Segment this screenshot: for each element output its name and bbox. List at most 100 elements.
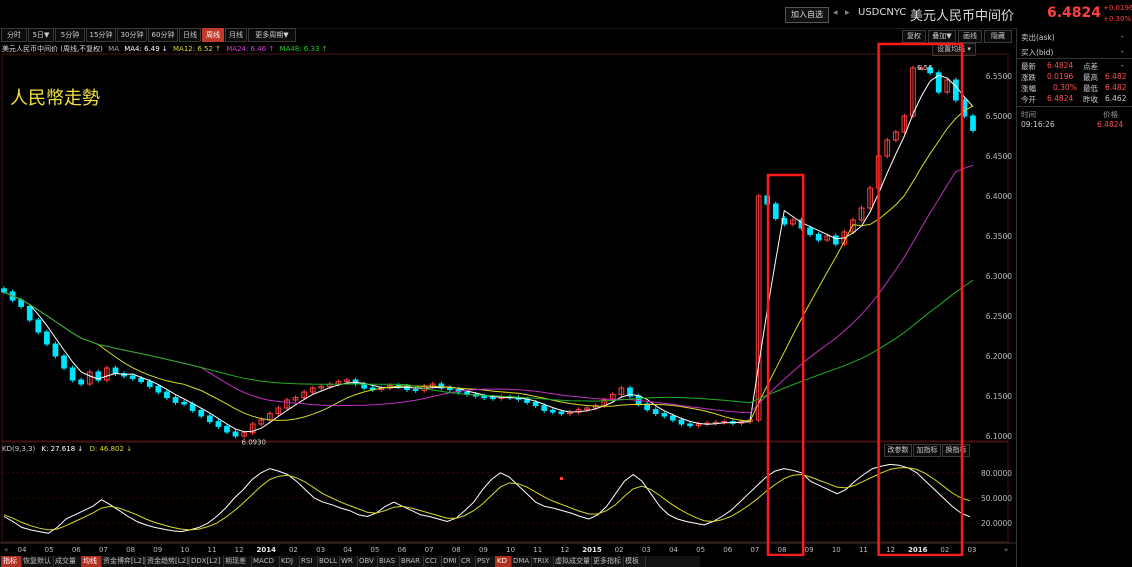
x-tick-label: 02 — [940, 546, 949, 554]
ma4-line — [3, 74, 974, 433]
indicator-tab-7[interactable]: 期现差 — [223, 556, 252, 567]
indicator-tab-23[interactable]: 虚拟成交量 — [553, 556, 592, 567]
y-tick-label: 6.4500 — [986, 152, 1012, 161]
row-low-label: 最低 — [1083, 84, 1098, 93]
candle-body — [772, 203, 779, 219]
candle-body — [952, 79, 959, 101]
x-tick-label: 10 — [180, 546, 189, 554]
indicator-tab-25[interactable]: 模板 — [623, 556, 646, 567]
row-pct-value: 0.30% — [1053, 83, 1077, 92]
indicator-tab-21[interactable]: DMA — [511, 556, 532, 567]
x-tick-label: 09 — [805, 546, 814, 554]
candle-body — [44, 331, 50, 345]
candle-body — [215, 421, 222, 427]
ma12-line — [3, 105, 974, 422]
indicator-tab-16[interactable]: CCI — [423, 556, 442, 567]
indicator-tab-6[interactable]: DDX[L2] — [189, 556, 224, 567]
x-tick-label: 11 — [859, 546, 868, 554]
indicator-tab-24[interactable]: 更多指标 — [591, 556, 624, 567]
candle-body — [61, 355, 67, 369]
candle-body — [69, 367, 76, 381]
candle-body — [447, 387, 453, 391]
row-latest-value: 6.4824 — [1047, 61, 1074, 70]
x-tick-label: 06 — [398, 546, 407, 554]
x-tick-label: 04 — [343, 546, 352, 554]
x-tick-label: 12 — [235, 546, 244, 554]
y-tick-label: 6.4000 — [986, 192, 1012, 201]
price-change-pct: +0.30% — [1103, 15, 1132, 23]
kd-marker-dot — [560, 477, 563, 480]
y-tick-label: 6.5000 — [986, 112, 1012, 121]
indicator-tab-14[interactable]: BIAS — [377, 556, 400, 567]
trade-price: 6.4824 — [1097, 120, 1124, 129]
candle-body — [970, 115, 976, 131]
indicator-tab-2[interactable]: 成交量 — [53, 556, 82, 567]
y-tick-label: 6.3000 — [986, 272, 1012, 281]
panel-divider — [1017, 58, 1132, 59]
scroll-left-icon: « — [4, 546, 8, 554]
row-latest-label: 最新 — [1021, 62, 1036, 71]
kd-y-tick-label: 20.0000 — [981, 519, 1012, 528]
row-open-label: 今开 — [1021, 95, 1036, 104]
candle-body — [138, 377, 145, 383]
indicator-tab-17[interactable]: DMI — [441, 556, 460, 567]
candle-body — [35, 319, 42, 333]
kd-y-tick-label: 80.0000 — [981, 469, 1012, 478]
price-chart[interactable]: 6.5500 6.5000 6.4500 6.4000 6.3500 6.3000 6.25… — [0, 0, 1016, 556]
indicator-tab-11[interactable]: BOLL — [317, 556, 340, 567]
x-tick-label: 08 — [778, 546, 787, 554]
candle-body — [52, 343, 59, 357]
x-tick-label: 07 — [750, 546, 759, 554]
candle-body — [206, 415, 213, 423]
indicator-tab-9[interactable]: KDJ — [279, 556, 300, 567]
x-tick-label: 08 — [126, 546, 135, 554]
candle-body — [670, 415, 676, 421]
x-tick-label: 05 — [45, 546, 54, 554]
low-price-annotation: 6.0930 — [242, 439, 267, 447]
indicator-tab-bar: 指标 恢复默认 成交量 均线 资金博弈[L2] 资金趋势[L2] DDX[L2] 期现差 MAC… — [0, 556, 700, 567]
indicator-tab-13[interactable]: OBV — [357, 556, 378, 567]
candle-body — [652, 409, 659, 415]
x-tick-label: 02 — [289, 546, 298, 554]
candle-body — [549, 409, 556, 413]
candle-body — [532, 401, 539, 407]
indicator-tab-12[interactable]: WR — [339, 556, 358, 567]
row-low-value: 6.482 — [1105, 83, 1127, 92]
indicator-tab-22[interactable]: TRIX — [531, 556, 554, 567]
candle-body — [129, 375, 136, 379]
indicator-tab-3[interactable]: 均线 — [81, 556, 102, 567]
candle-body — [181, 401, 187, 405]
indicator-tab-20[interactable]: KD — [495, 556, 512, 567]
row-prevclose-label: 昨收 — [1083, 95, 1098, 104]
indicator-tab-8[interactable]: MACD — [251, 556, 280, 567]
indicator-tab-18[interactable]: CR — [459, 556, 476, 567]
trade-time: 09:16:26 — [1021, 120, 1055, 129]
y-tick-label: 6.2000 — [986, 352, 1012, 361]
indicator-tab-0[interactable]: 指标 — [1, 556, 22, 567]
candle-body — [807, 227, 813, 235]
candle-body — [661, 413, 668, 417]
indicator-tab-5[interactable]: 资金趋势[L2] — [145, 556, 190, 567]
row-open-value: 6.4824 — [1047, 94, 1074, 103]
candle-body — [232, 431, 239, 437]
kd-d-line — [3, 467, 971, 531]
indicator-tab-1[interactable]: 恢复默认 — [21, 556, 54, 567]
highlight-box-2015-dec-2016-mar — [877, 42, 964, 556]
x-tick-label: 12 — [560, 546, 569, 554]
kd-y-tick-label: 50.0000 — [981, 494, 1012, 503]
indicator-tab-10[interactable]: RSI — [299, 556, 318, 567]
high-price-annotation: 6.56 — [917, 64, 933, 72]
candle-body — [155, 385, 162, 393]
scroll-right-icon: » — [1004, 546, 1008, 554]
indicator-tab-19[interactable]: PSY — [475, 556, 496, 567]
panel-divider-2 — [1017, 106, 1132, 107]
x-tick-label: 08 — [452, 546, 461, 554]
indicator-tab-4[interactable]: 资金博弈[L2] — [101, 556, 146, 567]
indicator-tab-15[interactable]: BRAR — [399, 556, 424, 567]
quote-panel: 卖出(ask) - 买入(bid) - 最新 6.4824 点差 - 涨跌 0.… — [1016, 28, 1132, 567]
x-tick-label: 11 — [208, 546, 217, 554]
candle-body — [815, 233, 822, 241]
candle-body — [481, 395, 488, 399]
x-tick-label: 03 — [642, 546, 651, 554]
candle-body — [78, 379, 85, 385]
